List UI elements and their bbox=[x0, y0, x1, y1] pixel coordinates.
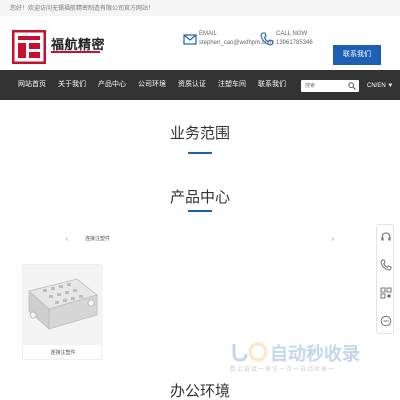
product-card[interactable]: 连接注塑件 bbox=[22, 264, 103, 360]
products-title-underline bbox=[188, 210, 212, 212]
welcome-text: 您好！欢迎访问无锡福航精密制造有限公司官方网站！ bbox=[10, 6, 155, 12]
watermark-subtitle: 数上链接一来访一次一自动收录一 bbox=[230, 367, 336, 373]
phone-label: CALL NOW bbox=[276, 31, 308, 37]
watermark-logo-icon bbox=[232, 342, 268, 362]
email-contact: EMAIL stephen_cao@wxfhpm.com bbox=[183, 30, 273, 54]
product-tab-label[interactable]: 连接注塑件 bbox=[85, 235, 110, 242]
phone-contact: CALL NOW 13961785346 bbox=[260, 30, 330, 54]
phone-icon bbox=[260, 32, 274, 46]
phone-value[interactable]: 13961785346 bbox=[276, 40, 313, 46]
nav-item-contact[interactable]: 联系我们 bbox=[258, 70, 286, 100]
email-label: EMAIL bbox=[199, 31, 218, 37]
phone-side-icon[interactable] bbox=[380, 259, 392, 271]
logo-underline bbox=[51, 51, 100, 53]
nav-item-workshop[interactable]: 注塑车间 bbox=[218, 70, 246, 100]
business-title-underline bbox=[188, 152, 212, 154]
office-section-title: 办公环境 bbox=[169, 383, 230, 400]
top-bar: 您好！欢迎访问无锡福航精密制造有限公司官方网站！ bbox=[0, 0, 400, 16]
email-icon bbox=[183, 34, 197, 45]
products-next-arrow[interactable]: › bbox=[328, 233, 338, 245]
nav-item-about[interactable]: 关于我们 bbox=[58, 70, 86, 100]
search-icon[interactable] bbox=[348, 82, 356, 90]
product-name: 连接注塑件 bbox=[50, 350, 76, 356]
logo[interactable]: 福航精密 bbox=[12, 30, 105, 64]
search-box bbox=[301, 80, 359, 92]
back-to-top-icon[interactable] bbox=[380, 315, 392, 327]
nav-item-certification[interactable]: 资质认证 bbox=[178, 70, 206, 100]
watermark-title: 自动秒收录 bbox=[270, 344, 360, 364]
products-prev-arrow[interactable]: ‹ bbox=[62, 233, 72, 245]
nav-item-products[interactable]: 产品中心 bbox=[98, 70, 126, 100]
watermark: 自动秒收录 数上链接一来访一次一自动收录一 bbox=[230, 340, 390, 376]
contact-us-button[interactable]: 联系我们 bbox=[333, 45, 381, 65]
product-image bbox=[23, 265, 103, 345]
main-nav: 网站首页 关于我们 产品中心 公司环境 资质认证 注塑车间 联系我们 CN/EN… bbox=[0, 70, 400, 100]
qr-code-icon[interactable] bbox=[380, 287, 392, 299]
side-toolbar bbox=[376, 224, 394, 334]
products-section-title: 产品中心 bbox=[169, 189, 230, 206]
language-switch[interactable]: CN/EN ▼ bbox=[367, 80, 393, 92]
customer-service-icon[interactable] bbox=[380, 231, 392, 243]
nav-item-environment[interactable]: 公司环境 bbox=[138, 70, 166, 100]
search-input[interactable] bbox=[303, 80, 345, 92]
business-section-title: 业务范围 bbox=[169, 125, 230, 142]
logo-mark-icon bbox=[12, 30, 46, 64]
nav-item-home[interactable]: 网站首页 bbox=[18, 70, 46, 100]
header: 福航精密 EMAIL stephen_cao@wxfhpm.com CALL N… bbox=[0, 16, 400, 70]
